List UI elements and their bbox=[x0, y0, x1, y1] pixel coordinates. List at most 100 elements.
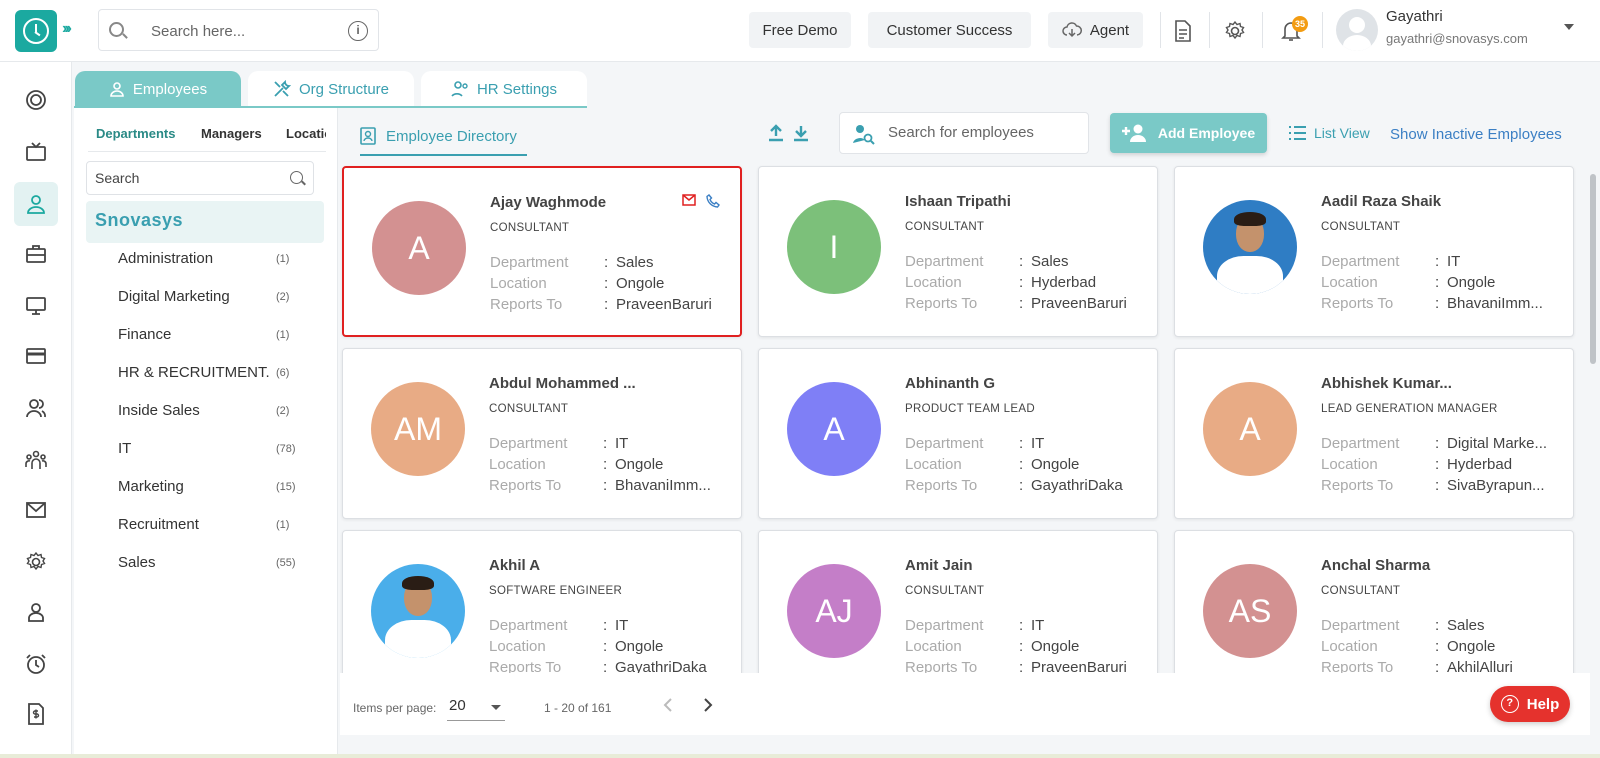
employee-card-selected[interactable]: A Ajay Waghmode CONSULTANT Department: Sa… bbox=[342, 166, 742, 337]
settings-gear-icon[interactable] bbox=[1222, 18, 1248, 44]
department-item[interactable]: Digital Marketing (2) bbox=[118, 284, 308, 310]
nav-projects[interactable] bbox=[14, 232, 58, 276]
agent-button[interactable]: Agent bbox=[1048, 12, 1143, 48]
department-item[interactable]: Administration (1) bbox=[118, 246, 308, 272]
nav-teams[interactable] bbox=[14, 438, 58, 482]
employee-department: IT bbox=[1031, 435, 1045, 452]
colon: : bbox=[1019, 617, 1024, 634]
nav-timesheet[interactable] bbox=[14, 642, 58, 686]
nav-settings[interactable] bbox=[14, 540, 58, 584]
department-item[interactable]: Marketing (15) bbox=[118, 474, 308, 500]
organization-name[interactable]: Snovasys bbox=[86, 201, 324, 243]
employee-card[interactable]: AJ Amit Jain CONSULTANT Department: IT Lo… bbox=[758, 530, 1158, 673]
expand-sidebar-icon[interactable]: ››› bbox=[62, 20, 72, 38]
app-logo[interactable] bbox=[15, 10, 57, 52]
info-icon[interactable]: i bbox=[348, 21, 368, 41]
cards-scrollbar-thumb[interactable] bbox=[1590, 174, 1596, 364]
nav-payments[interactable] bbox=[14, 334, 58, 378]
team-icon bbox=[25, 450, 47, 469]
user-icon bbox=[110, 82, 124, 97]
employee-location-row: Location: Hyderbad bbox=[905, 274, 1145, 294]
department-item[interactable]: Finance (1) bbox=[118, 322, 308, 348]
upload-icon[interactable] bbox=[768, 124, 784, 142]
employee-reports-to-row: Reports To: SivaByrapun... bbox=[1321, 477, 1561, 497]
department-panel: Departments Managers Locations Snovasys … bbox=[74, 108, 338, 758]
employee-location: Hyderbad bbox=[1031, 274, 1097, 291]
free-demo-button[interactable]: Free Demo bbox=[749, 12, 851, 48]
nav-employees[interactable] bbox=[14, 182, 58, 226]
department-name: Inside Sales bbox=[118, 402, 200, 419]
department-item[interactable]: IT (78) bbox=[118, 436, 308, 462]
card-actions bbox=[682, 194, 720, 208]
department-label: Department bbox=[489, 617, 568, 634]
employee-name: Aadil Raza Shaik bbox=[1321, 193, 1442, 210]
department-item[interactable]: Inside Sales (2) bbox=[118, 398, 308, 424]
employee-card[interactable]: Akhil A SOFTWARE ENGINEER Department: IT … bbox=[342, 530, 742, 673]
invoice-icon bbox=[28, 703, 44, 725]
nav-assets[interactable] bbox=[14, 284, 58, 328]
user-avatar[interactable] bbox=[1336, 9, 1378, 51]
employee-search-input[interactable] bbox=[888, 124, 1078, 141]
nav-tv[interactable] bbox=[14, 130, 58, 174]
subtab-departments[interactable]: Departments bbox=[96, 126, 175, 141]
department-item[interactable]: Recruitment (1) bbox=[118, 512, 308, 538]
phone-icon[interactable] bbox=[706, 194, 720, 208]
subtab-locations[interactable]: Locations bbox=[286, 126, 326, 141]
employee-card[interactable]: A Abhinanth G PRODUCT TEAM LEAD Departme… bbox=[758, 348, 1158, 519]
employee-card[interactable]: AS Anchal Sharma CONSULTANT Department: S… bbox=[1174, 530, 1574, 673]
employee-location: Hyderbad bbox=[1447, 456, 1513, 473]
chevron-left-icon bbox=[663, 698, 672, 712]
global-search-input[interactable] bbox=[151, 20, 331, 42]
employee-reports-to-row: Reports To: GayathriDaka bbox=[905, 477, 1145, 497]
colon: : bbox=[1019, 253, 1024, 270]
employee-card[interactable]: Aadil Raza Shaik CONSULTANT Department: I… bbox=[1174, 166, 1574, 337]
add-employee-button[interactable]: Add Employee bbox=[1110, 113, 1267, 153]
help-button[interactable]: ? Help bbox=[1490, 686, 1570, 722]
previous-page-button[interactable] bbox=[656, 693, 680, 717]
search-icon[interactable] bbox=[290, 171, 303, 184]
nav-billing[interactable] bbox=[14, 692, 58, 736]
next-page-button[interactable] bbox=[696, 693, 720, 717]
department-label: Department bbox=[1321, 617, 1400, 634]
nav-mail[interactable] bbox=[14, 488, 58, 532]
tab-employee-directory[interactable]: Employee Directory bbox=[360, 116, 517, 156]
show-inactive-employees-link[interactable]: Show Inactive Employees bbox=[1390, 126, 1562, 143]
users-icon bbox=[26, 399, 46, 418]
employee-card[interactable]: I Ishaan Tripathi CONSULTANT Department:… bbox=[758, 166, 1158, 337]
divider bbox=[1209, 12, 1210, 48]
reports-to-label: Reports To bbox=[1321, 659, 1394, 673]
user-name: Gayathri bbox=[1386, 8, 1443, 25]
reports-to-label: Reports To bbox=[905, 659, 978, 673]
department-item[interactable]: Sales (55) bbox=[118, 550, 308, 576]
employee-role: CONSULTANT bbox=[490, 222, 570, 234]
download-icon[interactable] bbox=[793, 124, 809, 142]
nav-people[interactable] bbox=[14, 386, 58, 430]
employee-role: CONSULTANT bbox=[489, 403, 569, 415]
email-icon[interactable] bbox=[682, 194, 696, 206]
colon: : bbox=[1435, 435, 1440, 452]
subtab-managers[interactable]: Managers bbox=[201, 126, 262, 141]
divider bbox=[1322, 12, 1323, 48]
department-count: (15) bbox=[276, 481, 296, 493]
nav-dashboard[interactable] bbox=[14, 78, 58, 122]
help-question-icon: ? bbox=[1500, 695, 1519, 713]
list-view-button[interactable]: List View bbox=[1288, 125, 1370, 141]
department-item[interactable]: HR & RECRUITMENT. (6) bbox=[118, 360, 308, 386]
document-icon[interactable] bbox=[1170, 18, 1196, 44]
nav-profile[interactable] bbox=[14, 590, 58, 634]
user-email: gayathri@snovasys.com bbox=[1386, 31, 1528, 46]
employee-location-row: Location: Ongole bbox=[905, 456, 1145, 476]
items-per-page-select[interactable]: 20 bbox=[447, 693, 505, 721]
customer-success-button[interactable]: Customer Success bbox=[868, 12, 1031, 48]
tab-org-structure[interactable]: Org Structure bbox=[248, 71, 414, 107]
employee-card[interactable]: AM Abdul Mohammed ... CONSULTANT Departm… bbox=[342, 348, 742, 519]
user-menu-chevron-down-icon[interactable] bbox=[1564, 24, 1574, 30]
department-search-input[interactable] bbox=[95, 170, 275, 186]
items-per-page-value: 20 bbox=[449, 697, 466, 714]
tab-employees[interactable]: Employees bbox=[75, 71, 241, 107]
employee-avatar: I bbox=[787, 200, 881, 294]
employee-card[interactable]: A Abhishek Kumar... LEAD GENERATION MANA… bbox=[1174, 348, 1574, 519]
colon: : bbox=[1435, 253, 1440, 270]
employee-department: Digital Marke... bbox=[1447, 435, 1548, 452]
tab-hr-settings[interactable]: HR Settings bbox=[421, 71, 587, 107]
